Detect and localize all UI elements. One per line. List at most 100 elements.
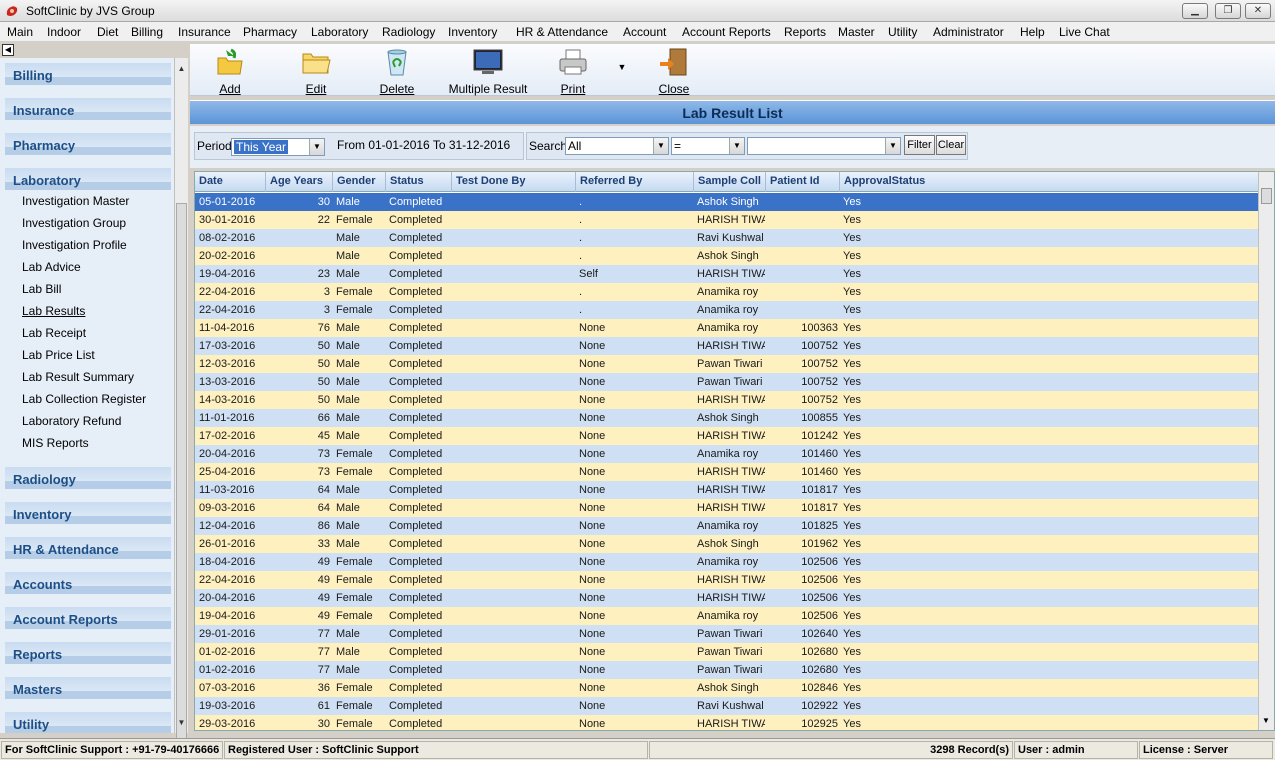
table-row[interactable]: 19-04-2016 23 Male Completed Self HARISH TIWA… xyxy=(195,265,1258,283)
table-row[interactable]: 22-04-2016 3 Female Completed. Anamika roy Ye… xyxy=(195,301,1258,319)
table-row[interactable]: 05-01-2016 30 Male Completed. Ashok Singh Yes xyxy=(195,193,1258,211)
menu-utility[interactable]: Utility xyxy=(888,25,917,39)
col-header-patient-id[interactable]: Patient Id xyxy=(766,172,840,192)
sidebar-category-accounts[interactable]: Accounts xyxy=(5,572,171,594)
chevron-down-icon[interactable]: ▼ xyxy=(309,139,324,155)
table-row[interactable]: 11-03-2016 64 Male Completed None HARISH TIW… xyxy=(195,481,1258,499)
table-row[interactable]: 26-01-2016 33 Male Completed None Ashok Sing… xyxy=(195,535,1258,553)
sidebar-category-utility[interactable]: Utility xyxy=(5,712,171,733)
table-row[interactable]: 12-04-2016 86 Male Completed None Anamika ro… xyxy=(195,517,1258,535)
menu-account-reports[interactable]: Account Reports xyxy=(682,25,771,39)
close-window-button[interactable]: ✕ xyxy=(1245,3,1271,19)
table-row[interactable]: 01-02-2016 77 Male Completed None Pawan Tiwa… xyxy=(195,643,1258,661)
table-row[interactable]: 22-04-2016 49 Female Completed None HARISH TI… xyxy=(195,571,1258,589)
clear-button[interactable]: Clear xyxy=(936,135,966,155)
sidebar-item-investigation-profile[interactable]: Investigation Profile xyxy=(22,238,127,252)
sidebar-category-masters[interactable]: Masters xyxy=(5,677,171,699)
sidebar-category-billing[interactable]: Billing xyxy=(5,63,171,85)
sidebar-item-lab-collection-register[interactable]: Lab Collection Register xyxy=(22,392,146,406)
menu-diet[interactable]: Diet xyxy=(97,25,118,39)
table-row[interactable]: 11-04-2016 76 Male Completed None Anamika roy… xyxy=(195,319,1258,337)
table-row[interactable]: 20-04-2016 73 Female Completed None Anamika … xyxy=(195,445,1258,463)
table-row[interactable]: 13-03-2016 50 Male Completed None Pawan Tiwa… xyxy=(195,373,1258,391)
menu-indoor[interactable]: Indoor xyxy=(47,25,81,39)
col-header-sample-coll[interactable]: Sample Coll xyxy=(694,172,766,192)
table-row[interactable]: 12-03-2016 50 Male Completed None Pawan Tiwa… xyxy=(195,355,1258,373)
chevron-down-icon[interactable]: ▼ xyxy=(729,138,744,154)
search-field-select[interactable]: All ▼ xyxy=(565,137,669,155)
table-row[interactable]: 29-01-2016 77 Male Completed None Pawan Tiwa… xyxy=(195,625,1258,643)
col-header-status[interactable]: Status xyxy=(386,172,452,192)
search-value-select[interactable]: ▼ xyxy=(747,137,901,155)
multiple-result-button[interactable]: Multiple Result xyxy=(448,48,528,96)
table-row[interactable]: 17-03-2016 50 Male Completed None HARISH TIW… xyxy=(195,337,1258,355)
menu-administrator[interactable]: Administrator xyxy=(933,25,1004,39)
scroll-down-arrow-icon[interactable]: ▼ xyxy=(1262,716,1270,725)
sidebar-category-account-reports[interactable]: Account Reports xyxy=(5,607,171,629)
sidebar-category-laboratory[interactable]: Laboratory xyxy=(5,168,171,190)
sidebar-item-investigation-master[interactable]: Investigation Master xyxy=(22,194,129,208)
filter-button[interactable]: Filter xyxy=(904,135,935,155)
table-row[interactable]: 18-04-2016 49 Female Completed None Anamika … xyxy=(195,553,1258,571)
table-row[interactable]: 07-03-2016 36 Female Completed None Ashok Si… xyxy=(195,679,1258,697)
col-header-referred-by[interactable]: Referred By xyxy=(576,172,694,192)
table-row[interactable]: 19-03-2016 61 Female Completed None Ravi Kus… xyxy=(195,697,1258,715)
sidebar-category-pharmacy[interactable]: Pharmacy xyxy=(5,133,171,155)
operator-select[interactable]: = ▼ xyxy=(671,137,745,155)
sidebar-item-lab-receipt[interactable]: Lab Receipt xyxy=(22,326,86,340)
table-row[interactable]: 29-03-2016 30 Female Completed None HARISH T… xyxy=(195,715,1258,730)
chevron-down-icon[interactable]: ▼ xyxy=(653,138,668,154)
table-row[interactable]: 25-04-2016 73 Female Completed None HARISH T… xyxy=(195,463,1258,481)
table-row[interactable]: 30-01-2016 22 Female Completed. HARISH TIWA Y… xyxy=(195,211,1258,229)
period-select[interactable]: This Year ▼ xyxy=(231,138,325,156)
menu-insurance[interactable]: Insurance xyxy=(178,25,231,39)
add-button[interactable]: Add xyxy=(212,48,248,96)
edit-button[interactable]: Edit xyxy=(300,48,332,96)
sidebar-collapse-icon[interactable]: ◀ xyxy=(2,44,14,56)
table-row[interactable]: 11-01-2016 66 Male Completed None Ashok Singh… xyxy=(195,409,1258,427)
menu-hr-attendance[interactable]: HR & Attendance xyxy=(516,25,608,39)
menu-live-chat[interactable]: Live Chat xyxy=(1059,25,1110,39)
table-row[interactable]: 01-02-2016 77 Male Completed None Pawan Tiwa… xyxy=(195,661,1258,679)
sidebar-item-lab-results[interactable]: Lab Results xyxy=(22,304,85,318)
print-button[interactable]: Print xyxy=(556,48,590,96)
menu-pharmacy[interactable]: Pharmacy xyxy=(243,25,297,39)
table-row[interactable]: 08-02-2016 Male Completed. Ravi Kushwal Yes xyxy=(195,229,1258,247)
menu-laboratory[interactable]: Laboratory xyxy=(311,25,368,39)
table-row[interactable]: 22-04-2016 3 Female Completed. Anamika roy Ye… xyxy=(195,283,1258,301)
grid-scrollbar[interactable]: ▼ xyxy=(1258,172,1274,730)
table-row[interactable]: 20-04-2016 49 Female Completed None HARISH T… xyxy=(195,589,1258,607)
table-row[interactable]: 17-02-2016 45 Male Completed None HARISH TIW… xyxy=(195,427,1258,445)
minimize-button[interactable]: ▁ xyxy=(1182,3,1208,19)
menu-master[interactable]: Master xyxy=(838,25,875,39)
sidebar-item-lab-price-list[interactable]: Lab Price List xyxy=(22,348,95,362)
sidebar-item-lab-bill[interactable]: Lab Bill xyxy=(22,282,61,296)
chevron-down-icon[interactable]: ▼ xyxy=(885,138,900,154)
col-header-test-done-by[interactable]: Test Done By xyxy=(452,172,576,192)
table-row[interactable]: 20-02-2016 Male Completed. Ashok Singh Yes xyxy=(195,247,1258,265)
col-header-date[interactable]: Date xyxy=(195,172,266,192)
menu-inventory[interactable]: Inventory xyxy=(448,25,497,39)
delete-button[interactable]: Delete xyxy=(378,48,416,96)
sidebar-category-reports[interactable]: Reports xyxy=(5,642,171,664)
scroll-up-arrow-icon[interactable]: ▲ xyxy=(175,62,188,76)
menu-help[interactable]: Help xyxy=(1020,25,1045,39)
menu-account[interactable]: Account xyxy=(623,25,666,39)
table-row[interactable]: 14-03-2016 50 Male Completed None HARISH TIW… xyxy=(195,391,1258,409)
print-dropdown-arrow-icon[interactable]: ▼ xyxy=(616,62,628,72)
sidebar-scrollbar[interactable]: ▲ ▼ xyxy=(174,58,188,760)
sidebar-item-laboratory-refund[interactable]: Laboratory Refund xyxy=(22,414,121,428)
menu-main[interactable]: Main xyxy=(7,25,33,39)
sidebar-category-radiology[interactable]: Radiology xyxy=(5,467,171,489)
col-header-gender[interactable]: Gender xyxy=(333,172,386,192)
menu-billing[interactable]: Billing xyxy=(131,25,163,39)
col-header-age[interactable]: Age Years xyxy=(266,172,333,192)
menu-reports[interactable]: Reports xyxy=(784,25,826,39)
menu-radiology[interactable]: Radiology xyxy=(382,25,435,39)
sidebar-item-lab-advice[interactable]: Lab Advice xyxy=(22,260,81,274)
scroll-down-arrow-icon[interactable]: ▼ xyxy=(175,716,188,730)
table-row[interactable]: 19-04-2016 49 Female Completed None Anamika … xyxy=(195,607,1258,625)
sidebar-item-mis-reports[interactable]: MIS Reports xyxy=(22,436,89,450)
restore-button[interactable]: ❐ xyxy=(1215,3,1241,19)
sidebar-item-investigation-group[interactable]: Investigation Group xyxy=(22,216,126,230)
